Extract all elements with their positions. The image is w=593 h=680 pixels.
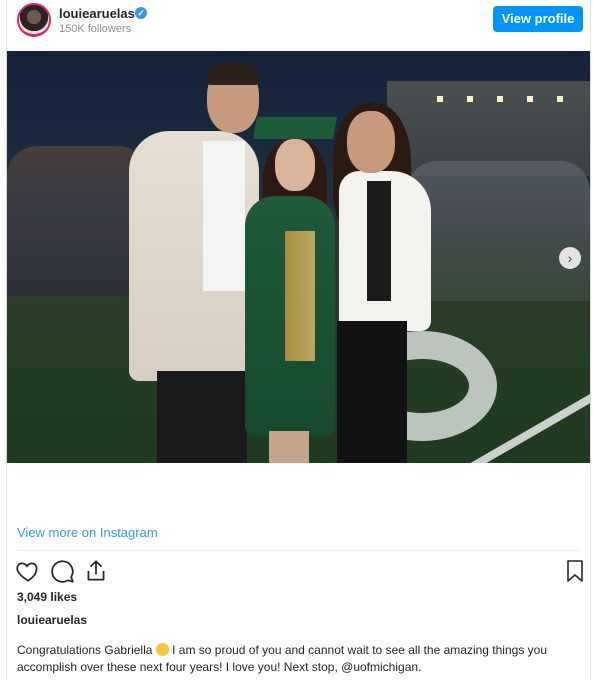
crowd-left xyxy=(7,146,147,296)
celebration-emoji-icon xyxy=(155,643,169,656)
verified-icon: ✓ xyxy=(135,7,147,19)
graduation-cap xyxy=(253,117,337,139)
caption-username[interactable]: louiearuelas xyxy=(17,613,87,627)
action-bar xyxy=(15,558,585,586)
avatar[interactable] xyxy=(17,3,51,37)
heart-icon[interactable] xyxy=(15,558,41,584)
comment-icon[interactable] xyxy=(49,558,75,584)
post-caption: Congratulations Gabriella I am so proud … xyxy=(17,642,582,676)
caption-text-end: . xyxy=(418,660,422,674)
person-woman-head xyxy=(347,111,395,173)
crowd-right xyxy=(407,161,590,301)
likes-count[interactable]: 3,049 likes xyxy=(17,590,77,604)
divider xyxy=(17,550,580,551)
share-icon[interactable] xyxy=(83,558,109,584)
person-graduate-head xyxy=(275,139,315,191)
post-header: louiearuelas ✓ 150K followers View profi… xyxy=(7,0,590,50)
followers-count: 150K followers xyxy=(59,23,132,35)
view-profile-button[interactable]: View profile xyxy=(493,6,583,32)
person-man-pants xyxy=(157,371,247,463)
person-woman-jacket-trim xyxy=(367,181,391,301)
stadium-lights xyxy=(437,96,577,102)
mention-link[interactable]: @uofmichigan xyxy=(341,660,418,674)
carousel-next-button[interactable]: › xyxy=(559,247,581,269)
person-man-hair xyxy=(207,63,259,85)
instagram-embed-card: louiearuelas ✓ 150K followers View profi… xyxy=(6,0,591,680)
post-photo[interactable]: › xyxy=(7,51,590,463)
username[interactable]: louiearuelas xyxy=(59,6,135,21)
person-woman-pants xyxy=(337,321,407,463)
person-man-shirt xyxy=(203,141,245,291)
person-graduate-legs xyxy=(269,431,309,463)
person-graduate-stole xyxy=(285,231,315,361)
caption-text-start: Congratulations Gabriella xyxy=(17,643,153,657)
view-more-link[interactable]: View more on Instagram xyxy=(17,525,158,540)
bookmark-icon[interactable] xyxy=(563,558,589,584)
